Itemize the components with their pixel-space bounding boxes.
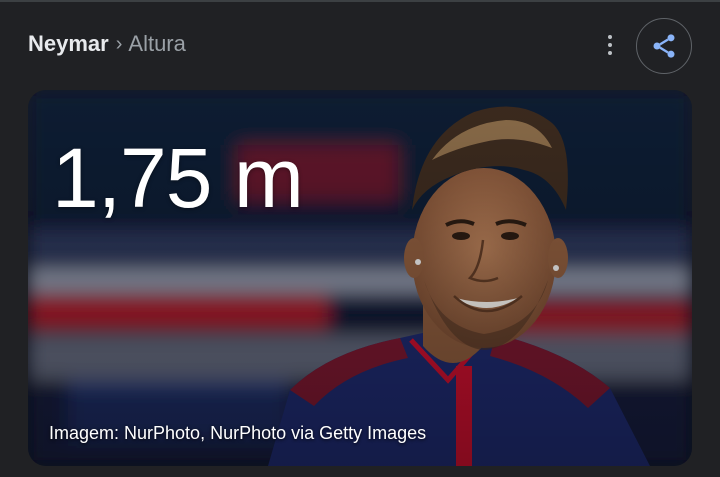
share-button[interactable] <box>636 18 692 74</box>
breadcrumb-separator: › <box>115 32 123 55</box>
breadcrumb-root[interactable]: Neymar <box>28 31 109 57</box>
image-credit: Imagem: NurPhoto, NurPhoto via Getty Ima… <box>49 423 427 443</box>
top-divider <box>0 0 720 2</box>
height-value: 1,75 m <box>52 131 304 225</box>
more-vert-icon <box>608 35 612 39</box>
breadcrumb: Neymar › Altura <box>28 28 186 60</box>
share-icon <box>653 34 675 58</box>
breadcrumb-current: Altura <box>128 31 186 56</box>
more-options-button[interactable] <box>598 30 622 60</box>
height-image-card[interactable]: 1,75 m Imagem: NurPhoto, NurPhoto via Ge… <box>28 90 692 466</box>
